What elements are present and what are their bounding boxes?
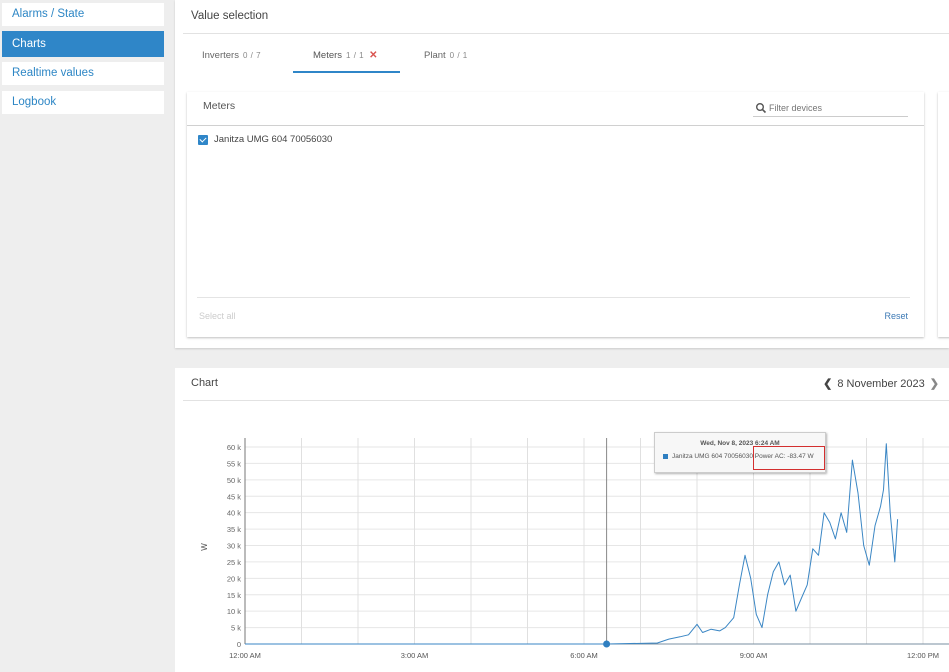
y-tick-label: 35 k bbox=[227, 525, 241, 534]
meters-card-title: Meters bbox=[203, 100, 236, 112]
x-tick-label: 12:00 AM bbox=[229, 651, 261, 660]
highlighted-point bbox=[603, 640, 611, 648]
sidebar: Alarms / State Charts Realtime values Lo… bbox=[0, 0, 168, 672]
divider bbox=[187, 125, 924, 126]
y-tick-label: 10 k bbox=[227, 607, 241, 616]
y-tick-label: 45 k bbox=[227, 492, 241, 501]
highlight-box bbox=[753, 446, 825, 470]
tooltip-series: Janitza UMG 604 70056030 bbox=[672, 453, 753, 460]
device-label: Janitza UMG 604 70056030 bbox=[214, 134, 333, 145]
reset-button[interactable]: Reset bbox=[884, 311, 908, 321]
filter-devices-field[interactable] bbox=[753, 101, 908, 117]
y-tick-label: 40 k bbox=[227, 509, 241, 518]
x-tick-label: 9:00 AM bbox=[740, 651, 768, 660]
active-tab-indicator bbox=[293, 71, 400, 73]
next-card-edge bbox=[938, 92, 949, 337]
value-selection-panel: Value selection Inverters 0 / 7 Meters 1 /… bbox=[175, 0, 949, 348]
divider bbox=[197, 297, 910, 298]
series-line bbox=[245, 443, 899, 645]
y-tick-label: 20 k bbox=[227, 574, 241, 583]
tab-count: 0 / 7 bbox=[242, 51, 262, 60]
tab-inverters[interactable]: Inverters 0 / 7 bbox=[202, 50, 261, 61]
sidebar-item-alarms-state[interactable]: Alarms / State bbox=[2, 3, 164, 26]
device-checkbox[interactable] bbox=[198, 134, 208, 145]
tab-plant[interactable]: Plant 0 / 1 bbox=[424, 50, 468, 61]
sidebar-item-charts[interactable]: Charts bbox=[2, 31, 164, 57]
power-chart[interactable]: 0 5 k 10 k 15 k 20 k 25 k 30 k 35 k 40 k 45 k 50 k… bbox=[175, 368, 949, 672]
tab-count: 1 / 1 bbox=[346, 51, 365, 60]
y-axis-label: W bbox=[200, 543, 209, 551]
y-tick-label: 5 k bbox=[231, 624, 241, 633]
tab-label: Inverters bbox=[202, 50, 239, 61]
y-tick-label: 55 k bbox=[227, 459, 241, 468]
clear-selection-icon[interactable]: ✕ bbox=[369, 50, 377, 61]
chart-panel: Chart ❮ 8 November 2023 ❯ 05 k 10 k 15 k 20… bbox=[175, 368, 949, 672]
tab-label: Meters bbox=[313, 50, 343, 61]
y-tick-label: 0 bbox=[237, 640, 241, 649]
tab-meters[interactable]: Meters 1 / 1 ✕ bbox=[313, 50, 378, 61]
y-tick-label: 50 k bbox=[227, 476, 241, 485]
tab-count: 0 / 1 bbox=[449, 51, 468, 60]
search-icon bbox=[756, 103, 767, 114]
filter-devices-input[interactable] bbox=[769, 101, 904, 115]
x-tick-label: 6:00 AM bbox=[570, 651, 598, 660]
y-tick-label: 30 k bbox=[227, 542, 241, 551]
sidebar-item-realtime-values[interactable]: Realtime values bbox=[2, 62, 164, 85]
device-list-item[interactable]: Janitza UMG 604 70056030 bbox=[198, 134, 332, 145]
x-tick-label: 12:00 PM bbox=[907, 651, 939, 660]
y-tick-label: 15 k bbox=[227, 591, 241, 600]
tab-label: Plant bbox=[424, 50, 446, 61]
value-selection-title: Value selection bbox=[191, 10, 269, 22]
y-tick-label: 25 k bbox=[227, 558, 241, 567]
y-tick-label: 60 k bbox=[227, 443, 241, 452]
series-swatch bbox=[663, 454, 668, 459]
x-tick-label: 3:00 AM bbox=[401, 651, 429, 660]
sidebar-item-logbook[interactable]: Logbook bbox=[2, 91, 164, 114]
meters-card: Meters Janitza UMG 604 70056030 Select a… bbox=[187, 92, 924, 337]
select-all-button[interactable]: Select all bbox=[199, 311, 236, 321]
divider bbox=[183, 33, 949, 34]
